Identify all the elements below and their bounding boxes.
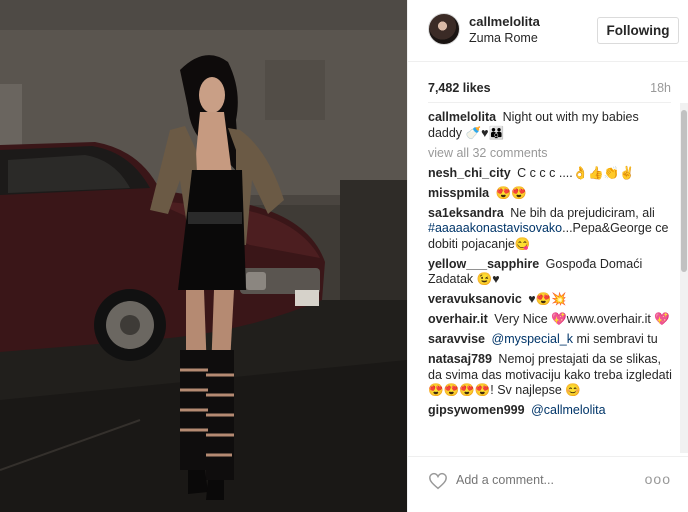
post-location[interactable]: Zuma Rome <box>469 31 538 45</box>
following-button[interactable]: Following <box>597 17 679 44</box>
comment-username[interactable]: yellow___sapphire <box>428 257 539 271</box>
post-side-panel: callmelolita Zuma Rome Following 7,482 l… <box>407 0 688 512</box>
comment-username[interactable]: natasaj789 <box>428 352 492 366</box>
comment-item: sa1eksandra Ne bih da prejudiciram, ali … <box>428 206 672 253</box>
likes-count[interactable]: 7,482 likes <box>428 81 491 95</box>
divider <box>428 102 671 103</box>
comment-username[interactable]: veravuksanovic <box>428 292 522 306</box>
comment-mention[interactable]: @callmelolita <box>531 403 606 417</box>
caption-username[interactable]: callmelolita <box>428 110 496 124</box>
caption-emoji: 🍼♥👪 <box>465 125 505 140</box>
comment-item: saravvise @myspecial_k mi sembravi tu <box>428 332 672 348</box>
comment-username[interactable]: misspmila <box>428 186 489 200</box>
comment-mention[interactable]: @myspecial_k <box>492 332 573 346</box>
post-username[interactable]: callmelolita <box>469 14 540 29</box>
comment-text: Very Nice 💖www.overhair.it 💖 <box>494 312 670 326</box>
comment-username[interactable]: saravvise <box>428 332 485 346</box>
comment-hashtag[interactable]: #aaaaakonastavisovako <box>428 221 562 235</box>
comment-username[interactable]: gipsywomen999 <box>428 403 525 417</box>
comment-item: misspmila 😍😍 <box>428 186 672 202</box>
comment-text: ♥😍💥 <box>528 292 567 306</box>
comment-username[interactable]: sa1eksandra <box>428 206 504 220</box>
comment-item: veravuksanovic ♥😍💥 <box>428 292 672 308</box>
comment-item: overhair.it Very Nice 💖www.overhair.it 💖 <box>428 312 672 328</box>
comments-list[interactable]: callmelolita Night out with my babies da… <box>428 110 672 450</box>
more-options-icon[interactable]: ooo <box>645 471 671 487</box>
comment-username[interactable]: overhair.it <box>428 312 488 326</box>
post-age[interactable]: 18h <box>650 81 671 95</box>
comment-username[interactable]: nesh_chi_city <box>428 166 511 180</box>
comment-text: Ne bih da prejudiciram, ali <box>510 205 655 220</box>
comment-text: C c c c ....👌👍👏✌ <box>517 165 635 180</box>
comment-item: natasaj789 Nemoj prestajati da se slikas… <box>428 352 672 399</box>
comment-item: nesh_chi_city C c c c ....👌👍👏✌ <box>428 166 672 182</box>
view-all-comments-link[interactable]: view all 32 comments <box>428 146 672 162</box>
heart-icon[interactable] <box>428 472 448 490</box>
post-photo[interactable] <box>0 0 407 512</box>
comment-footer: ooo <box>408 456 688 512</box>
comment-text: 😍😍 <box>495 185 527 200</box>
comment-item: gipsywomen999 @callmelolita <box>428 403 672 419</box>
add-comment-input[interactable] <box>456 469 646 491</box>
comment-item: yellow___sapphire Gospođa Domaći Zadatak… <box>428 257 672 288</box>
post-header: callmelolita Zuma Rome Following <box>408 0 688 62</box>
post-stats: 7,482 likes 18h <box>408 62 688 103</box>
instagram-post-viewer: callmelolita Zuma Rome Following 7,482 l… <box>0 0 688 512</box>
photo-illustration <box>0 0 407 512</box>
scrollbar-thumb[interactable] <box>681 110 687 272</box>
comment-text: mi sembravi tu <box>572 332 658 346</box>
caption: callmelolita Night out with my babies da… <box>428 110 672 141</box>
avatar[interactable] <box>428 13 460 45</box>
